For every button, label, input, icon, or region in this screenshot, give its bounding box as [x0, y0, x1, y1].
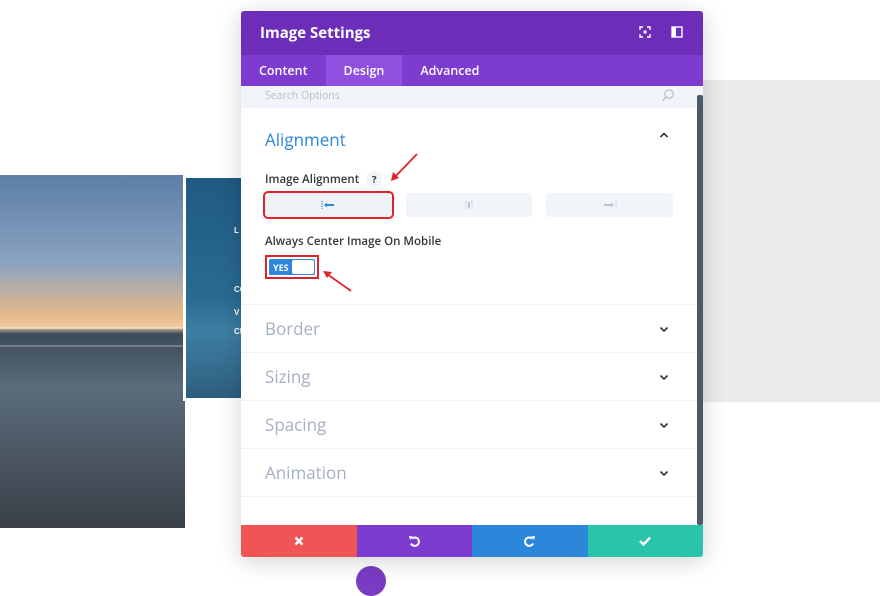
modal-title: Image Settings: [260, 23, 371, 43]
settings-content: Alignment Image Alignment ? Always Cente…: [241, 108, 697, 497]
chevron-down-icon: [659, 470, 669, 476]
photo-wave: [0, 345, 185, 347]
align-right-icon: [603, 201, 617, 209]
image-alignment-label-text: Image Alignment: [265, 171, 360, 187]
modal-tabs: Content Design Advanced: [241, 55, 703, 86]
search-input[interactable]: [265, 86, 645, 106]
section-spacing-title: Spacing: [265, 413, 327, 436]
add-module-button[interactable]: [356, 566, 386, 596]
tab-design[interactable]: Design: [325, 55, 403, 86]
sidebar-toggle-icon[interactable]: [671, 26, 683, 38]
background-image-card: L CO V CU: [183, 175, 246, 401]
background-image-card-photo: L CO V CU: [186, 178, 246, 398]
card-text: V: [234, 308, 240, 317]
align-center-button[interactable]: [405, 193, 533, 217]
section-alignment-title[interactable]: Alignment: [265, 128, 673, 151]
tab-advanced[interactable]: Advanced: [402, 55, 497, 86]
save-button[interactable]: [587, 525, 703, 557]
section-alignment: Alignment Image Alignment ? Always Cente…: [241, 108, 697, 305]
scrollbar[interactable]: [697, 95, 703, 525]
align-right-button[interactable]: [546, 193, 674, 217]
section-border-title: Border: [265, 317, 321, 340]
tab-content[interactable]: Content: [241, 55, 326, 86]
chevron-down-icon: [659, 326, 669, 332]
card-text: L: [234, 226, 239, 235]
align-left-button[interactable]: [263, 191, 394, 219]
align-left-icon: [321, 201, 335, 209]
modal-header: Image Settings: [241, 11, 703, 55]
search-bar: [241, 86, 703, 108]
close-icon: [294, 536, 304, 546]
section-animation[interactable]: Animation: [241, 449, 697, 497]
discard-button[interactable]: [241, 525, 357, 557]
image-settings-modal: Image Settings Content Design Advanced A…: [241, 11, 703, 557]
photo-wave: [0, 327, 185, 329]
section-sizing-title: Sizing: [265, 365, 311, 388]
background-gray-block: [700, 80, 880, 402]
toggle-track: YES: [269, 259, 315, 275]
toggle-state-text: YES: [273, 261, 289, 274]
chevron-down-icon: [659, 374, 669, 380]
section-animation-title: Animation: [265, 461, 347, 484]
expand-icon[interactable]: [639, 26, 651, 38]
check-icon: [639, 536, 652, 546]
undo-button[interactable]: [356, 525, 472, 557]
section-sizing[interactable]: Sizing: [241, 353, 697, 401]
undo-icon: [408, 536, 420, 547]
mobile-center-label: Always Center Image On Mobile: [265, 234, 442, 249]
redo-button[interactable]: [472, 525, 588, 557]
modal-footer: [241, 525, 703, 557]
chevron-up-icon[interactable]: [659, 130, 669, 140]
search-icon[interactable]: [661, 88, 675, 102]
align-center-icon: [465, 201, 473, 209]
section-spacing[interactable]: Spacing: [241, 401, 697, 449]
alignment-options: [263, 191, 674, 219]
chevron-down-icon: [659, 422, 669, 428]
toggle-knob: [292, 260, 314, 274]
help-icon[interactable]: ?: [366, 171, 383, 187]
mobile-center-toggle[interactable]: YES: [265, 255, 319, 279]
redo-icon: [524, 536, 536, 547]
section-border[interactable]: Border: [241, 305, 697, 353]
beach-photo: [0, 175, 185, 528]
image-alignment-label: Image Alignment ?: [265, 171, 673, 187]
